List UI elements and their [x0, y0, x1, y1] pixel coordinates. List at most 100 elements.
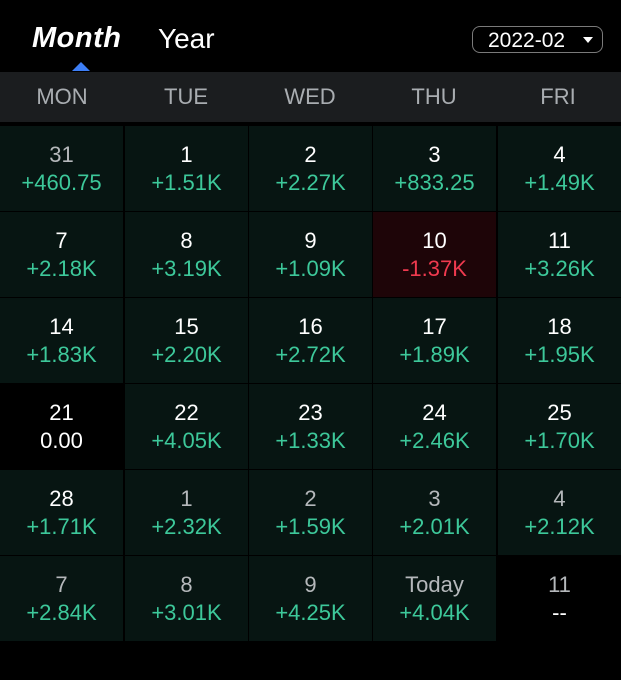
day-pnl-value: +2.46K — [399, 428, 470, 453]
calendar-day-cell[interactable]: 16 +2.72K — [249, 298, 372, 383]
calendar-day-cell[interactable]: 28 +1.71K — [0, 470, 123, 555]
calendar-day-cell[interactable]: 3 +833.25 — [373, 126, 496, 211]
day-number: 11 — [548, 228, 571, 253]
calendar-day-cell[interactable]: 15 +2.20K — [125, 298, 248, 383]
calendar-day-cell[interactable]: 22 +4.05K — [125, 384, 248, 469]
day-pnl-value: +2.12K — [524, 514, 595, 539]
calendar-day-cell[interactable]: 17 +1.89K — [373, 298, 496, 383]
calendar-day-cell[interactable]: 2 +1.59K — [249, 470, 372, 555]
day-pnl-value: +1.70K — [524, 428, 595, 453]
day-number: Today — [405, 572, 464, 597]
day-pnl-value: +1.09K — [275, 256, 346, 281]
calendar-day-cell[interactable]: 1 +1.51K — [125, 126, 248, 211]
day-pnl-value: +4.05K — [151, 428, 222, 453]
day-number: 1 — [180, 486, 193, 511]
day-pnl-value: +460.75 — [21, 170, 102, 195]
day-pnl-value: +2.32K — [151, 514, 222, 539]
calendar-day-cell[interactable]: 9 +1.09K — [249, 212, 372, 297]
caret-down-icon — [583, 37, 593, 43]
weekday-thu: THU — [411, 84, 457, 109]
day-number: 7 — [55, 228, 68, 253]
day-pnl-value: +1.71K — [26, 514, 97, 539]
calendar-day-cell[interactable]: 25 +1.70K — [498, 384, 621, 469]
month-select-value: 2022-02 — [488, 29, 566, 52]
calendar-day-cell[interactable]: 4 +1.49K — [498, 126, 621, 211]
day-pnl-value: +2.72K — [275, 342, 346, 367]
day-number: 9 — [304, 228, 317, 253]
top-bar: Month Year 2022-02 — [0, 0, 621, 72]
day-number: 25 — [547, 400, 572, 425]
active-tab-indicator — [72, 62, 90, 71]
day-number: 18 — [547, 314, 572, 339]
day-number: 3 — [428, 142, 441, 167]
calendar-day-cell[interactable]: 8 +3.19K — [125, 212, 248, 297]
day-number: 9 — [304, 572, 317, 597]
calendar-grid: 31 +460.75 1 +1.51K 2 +2.27K 3 +833.25 4 +1.49K 7 +… — [0, 126, 621, 642]
day-pnl-value: +3.26K — [524, 256, 595, 281]
calendar-day-cell[interactable]: 9 +4.25K — [249, 556, 372, 641]
weekday-tue: TUE — [164, 84, 208, 109]
day-number: 4 — [553, 486, 566, 511]
day-number: 7 — [55, 572, 68, 597]
day-number: 2 — [304, 142, 317, 167]
calendar-day-cell[interactable]: 24 +2.46K — [373, 384, 496, 469]
calendar-day-cell[interactable]: 18 +1.95K — [498, 298, 621, 383]
calendar-day-cell[interactable]: 4 +2.12K — [498, 470, 621, 555]
weekday-fri: FRI — [540, 84, 576, 109]
day-number: 31 — [49, 142, 74, 167]
day-number: 23 — [298, 400, 323, 425]
day-number: 4 — [553, 142, 566, 167]
day-pnl-value: +1.59K — [275, 514, 346, 539]
day-pnl-value: +2.18K — [26, 256, 97, 281]
month-select[interactable]: 2022-02 — [472, 26, 603, 53]
day-number: 28 — [49, 486, 74, 511]
day-number: 21 — [49, 400, 74, 425]
calendar-day-cell[interactable]: 3 +2.01K — [373, 470, 496, 555]
day-number: 14 — [49, 314, 74, 339]
day-pnl-value: +4.25K — [275, 600, 346, 625]
day-number: 24 — [422, 400, 447, 425]
weekday-wed: WED — [284, 84, 336, 109]
weekday-header: MON TUE WED THU FRI — [0, 72, 621, 122]
day-number: 2 — [304, 486, 317, 511]
day-pnl-value: +1.89K — [399, 342, 470, 367]
calendar-day-cell[interactable]: 21 0.00 — [0, 384, 123, 469]
tab-year[interactable]: Year — [158, 23, 215, 55]
calendar-day-cell[interactable]: 7 +2.84K — [0, 556, 123, 641]
day-pnl-value: +1.83K — [26, 342, 97, 367]
calendar-day-cell[interactable]: 8 +3.01K — [125, 556, 248, 641]
day-number: 3 — [428, 486, 441, 511]
day-number: 11 — [548, 572, 571, 597]
calendar-day-cell[interactable]: 2 +2.27K — [249, 126, 372, 211]
calendar-day-cell[interactable]: 11 -- — [498, 556, 621, 641]
day-number: 22 — [174, 400, 199, 425]
day-pnl-value: -- — [552, 600, 567, 625]
weekday-mon: MON — [36, 84, 88, 109]
calendar-day-cell[interactable]: 23 +1.33K — [249, 384, 372, 469]
day-pnl-value: +3.19K — [151, 256, 222, 281]
calendar-day-cell[interactable]: 7 +2.18K — [0, 212, 123, 297]
calendar-day-cell[interactable]: 14 +1.83K — [0, 298, 123, 383]
calendar-day-cell[interactable]: 1 +2.32K — [125, 470, 248, 555]
tab-month[interactable]: Month — [32, 22, 121, 55]
calendar-day-cell[interactable]: 31 +460.75 — [0, 126, 123, 211]
day-pnl-value: +833.25 — [394, 170, 475, 195]
day-pnl-value: +2.01K — [399, 514, 470, 539]
day-pnl-value: +1.95K — [524, 342, 595, 367]
day-number: 8 — [180, 228, 193, 253]
day-number: 17 — [422, 314, 447, 339]
day-pnl-value: 0.00 — [40, 428, 83, 453]
day-number: 8 — [180, 572, 193, 597]
calendar-day-cell[interactable]: Today +4.04K — [373, 556, 496, 641]
day-pnl-value: +2.27K — [275, 170, 346, 195]
day-number: 10 — [422, 228, 447, 253]
calendar-day-cell[interactable]: 11 +3.26K — [498, 212, 621, 297]
day-number: 15 — [174, 314, 199, 339]
day-number: 16 — [298, 314, 323, 339]
day-pnl-value: +2.20K — [151, 342, 222, 367]
day-pnl-value: +4.04K — [399, 600, 470, 625]
day-pnl-value: +3.01K — [151, 600, 222, 625]
day-pnl-value: +1.49K — [524, 170, 595, 195]
calendar-day-cell[interactable]: 10 -1.37K — [373, 212, 496, 297]
day-pnl-value: +2.84K — [26, 600, 97, 625]
